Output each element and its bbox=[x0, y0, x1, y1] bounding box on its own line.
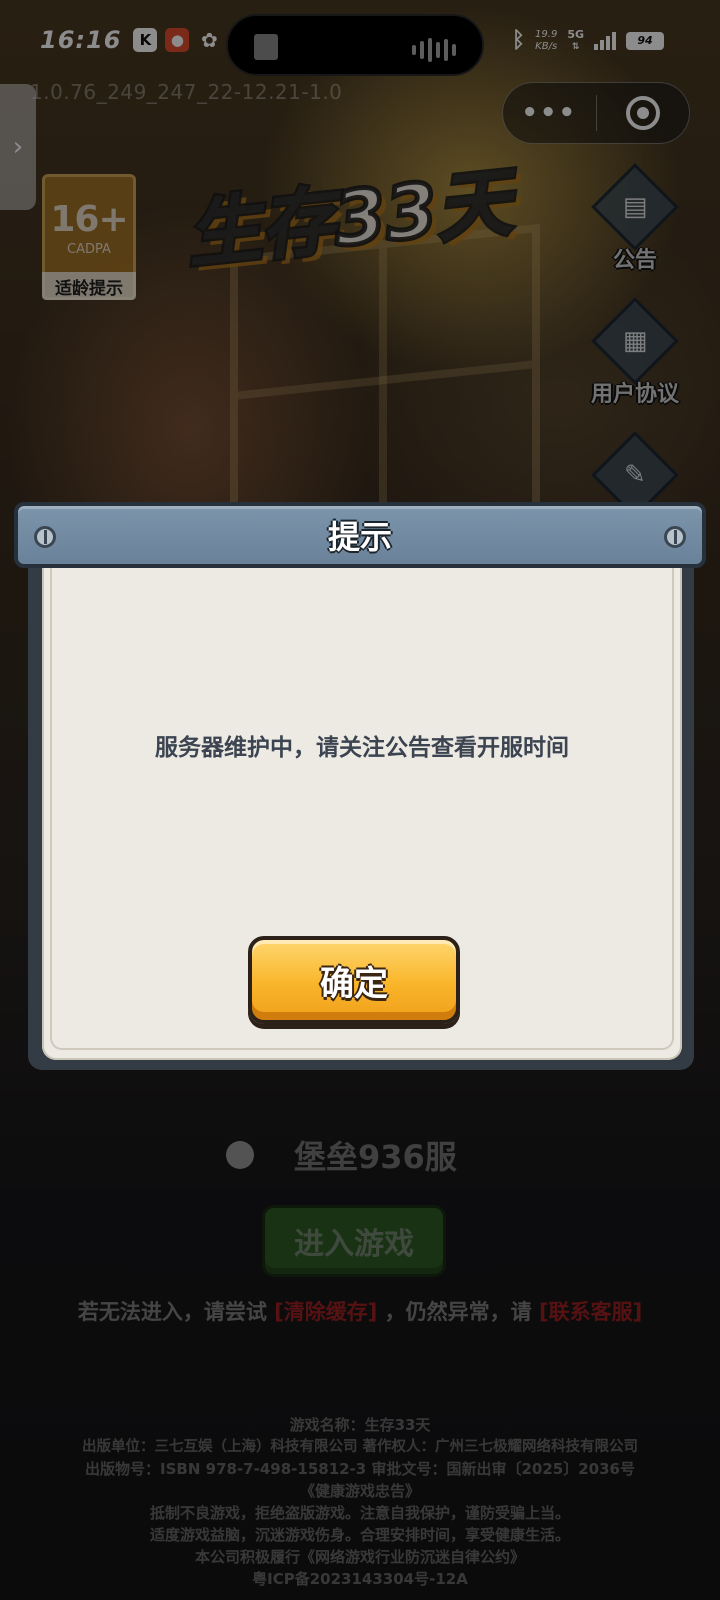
dialog-message: 服务器维护中，请关注公告查看开服时间 bbox=[155, 735, 569, 761]
dialog-title: 提示 bbox=[327, 518, 392, 556]
alert-dialog: 提示 服务器维护中，请关注公告查看开服时间 确定 bbox=[14, 498, 706, 1070]
confirm-button[interactable]: 确定 bbox=[248, 936, 460, 1024]
dialog-header: 提示 bbox=[14, 502, 706, 568]
